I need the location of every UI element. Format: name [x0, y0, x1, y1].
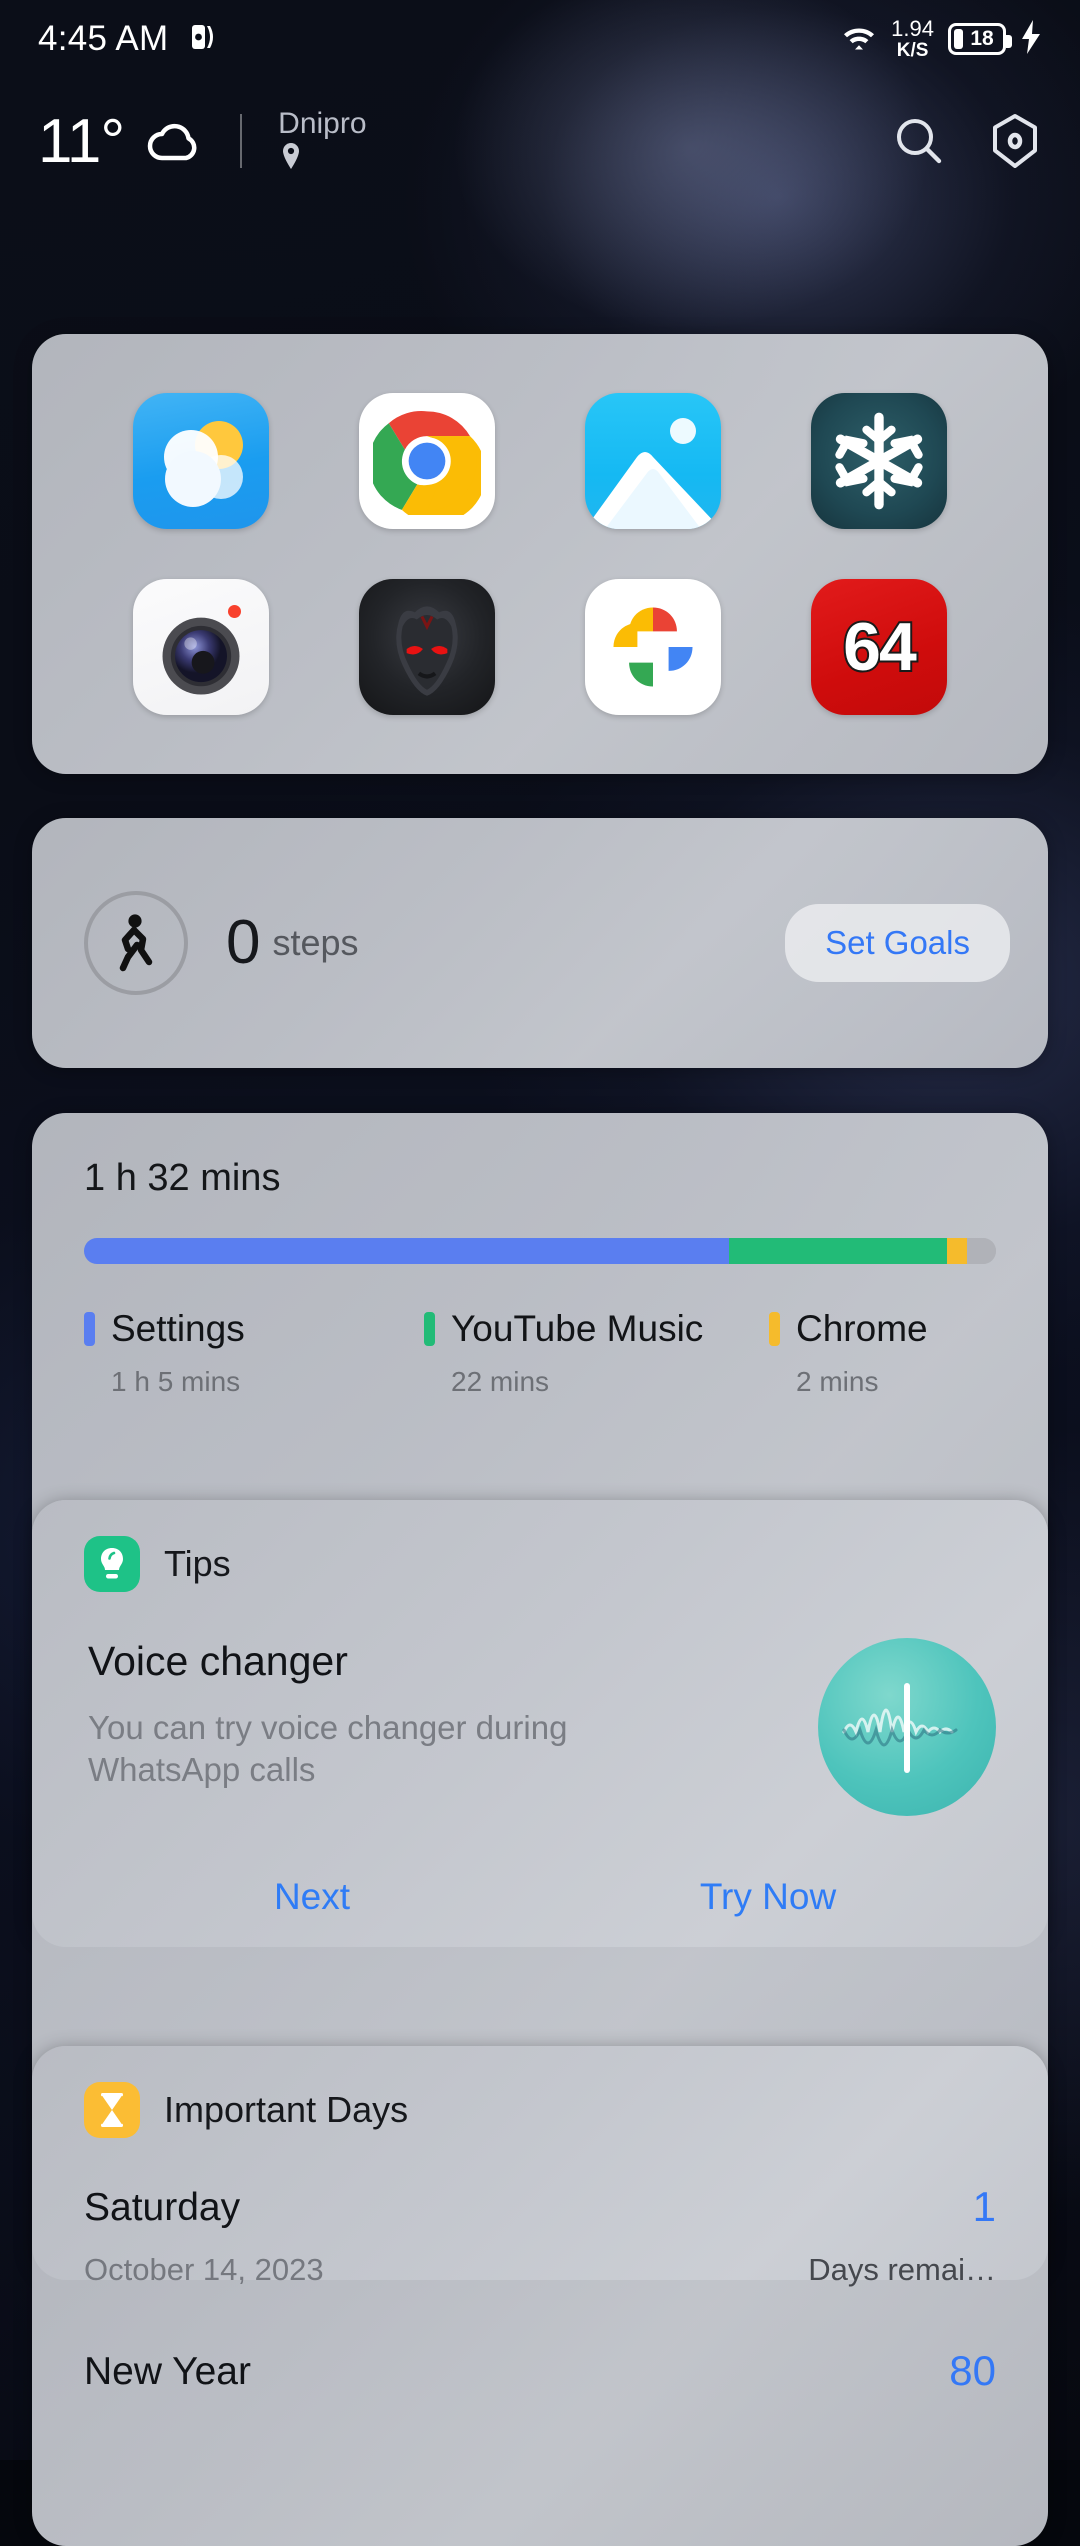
important-day-right: 80: [736, 2350, 996, 2392]
tips-body: Voice changer You can try voice changer …: [32, 1592, 1048, 1816]
hourglass-icon: [84, 2082, 140, 2138]
legend-name-settings: Settings: [111, 1308, 245, 1349]
app-item-64[interactable]: 64: [766, 554, 992, 740]
step-unit-label: steps: [272, 922, 359, 963]
battery-level: 18: [970, 27, 994, 50]
tips-try-now-button[interactable]: Try Now: [540, 1876, 996, 1918]
lightbulb-icon: [84, 1536, 140, 1592]
status-bar-right: 1.94 K/S 18: [841, 18, 1042, 60]
home-screen: 4:45 AM 1.94 K/S 18 11° Dnipro 64 0 step…: [0, 0, 1080, 2546]
usage-bar: [84, 1238, 996, 1264]
cloud-icon: [146, 117, 200, 166]
app-grid: 64: [88, 368, 992, 740]
app-item-game[interactable]: [314, 554, 540, 740]
hexagon-dot-icon[interactable]: [988, 113, 1042, 169]
book-reader-icon: [191, 22, 217, 57]
location-name: Dnipro: [278, 107, 367, 140]
wifi-icon: [841, 21, 877, 58]
important-day-row[interactable]: Saturday October 14, 2023 1 Days remai…: [32, 2186, 1048, 2288]
important-day-row[interactable]: New Year 80: [32, 2350, 1048, 2394]
legend-swatch-settings: [84, 1312, 95, 1346]
battery-indicator: 18: [948, 23, 1012, 55]
status-bar-left: 4:45 AM: [38, 19, 217, 59]
tips-item-title: Voice changer: [88, 1638, 348, 1684]
legend-item-youtube-music: YouTube Music 22 mins: [424, 1308, 769, 1398]
header-divider: [240, 114, 243, 168]
tips-next-button[interactable]: Next: [84, 1876, 540, 1918]
app-item-snowflake[interactable]: [766, 368, 992, 554]
app-item-gallery[interactable]: [540, 368, 766, 554]
camera-record-dot: [228, 605, 241, 618]
weather-header: 11° Dnipro: [0, 86, 1080, 196]
usage-bar-segment-youtube-music: [728, 1238, 947, 1264]
walking-person-icon: [84, 891, 188, 995]
important-day-count: 1: [972, 2183, 996, 2230]
tips-actions: Next Try Now: [32, 1876, 1048, 1918]
app-folder-card[interactable]: 64: [32, 334, 1048, 774]
important-day-left: New Year: [84, 2350, 736, 2394]
legend-name-youtube-music: YouTube Music: [451, 1308, 704, 1349]
network-speed: 1.94 K/S: [891, 16, 934, 61]
legend-item-chrome: Chrome 2 mins: [769, 1308, 928, 1398]
steps-widget-card[interactable]: 0 steps Set Goals: [32, 818, 1048, 1068]
important-day-right: 1 Days remai…: [736, 2186, 996, 2288]
tips-item-description: You can try voice changer during WhatsAp…: [88, 1709, 568, 1789]
weather-app-icon: [133, 393, 269, 529]
app-item-google-photos[interactable]: [540, 554, 766, 740]
legend-swatch-youtube-music: [424, 1312, 435, 1346]
tips-title: Tips: [164, 1543, 231, 1584]
dark-mask-game-icon: [359, 579, 495, 715]
search-icon[interactable]: [892, 114, 946, 168]
tips-header: Tips: [32, 1536, 1048, 1592]
important-days-title: Important Days: [164, 2089, 409, 2130]
location-pin-icon: [280, 142, 302, 175]
important-day-count: 80: [949, 2347, 996, 2394]
usage-bar-segment-chrome: [946, 1238, 967, 1264]
step-count: 0: [226, 908, 261, 977]
network-speed-value: 1.94: [891, 16, 934, 41]
lightning-bolt-icon: [1020, 19, 1042, 59]
important-days-header: Important Days: [32, 2082, 1048, 2138]
screen-time-total: 1 h 32 mins: [84, 1157, 281, 1199]
legend-time-settings: 1 h 5 mins: [111, 1366, 241, 1397]
camera-app-icon: [133, 579, 269, 715]
important-days-card[interactable]: Important Days Saturday October 14, 2023…: [32, 2046, 1048, 2546]
app-item-chrome[interactable]: [314, 368, 540, 554]
network-speed-unit: K/S: [896, 40, 929, 61]
important-day-left: Saturday October 14, 2023: [84, 2186, 736, 2288]
app-item-camera[interactable]: [88, 554, 314, 740]
battery-fill: [954, 29, 963, 49]
legend-time-youtube-music: 22 mins: [451, 1366, 550, 1397]
important-day-name: New Year: [84, 2350, 251, 2393]
status-bar: 4:45 AM 1.94 K/S 18: [0, 0, 1080, 78]
legend-time-chrome: 2 mins: [796, 1366, 879, 1397]
gallery-app-icon: [585, 393, 721, 529]
usage-bar-segment-other: [966, 1238, 996, 1264]
important-day-remaining-label: Days remai…: [808, 2252, 996, 2287]
legend-swatch-chrome: [769, 1312, 780, 1346]
voice-waveform-icon: [818, 1638, 996, 1816]
location-block[interactable]: Dnipro: [278, 107, 367, 175]
legend-name-chrome: Chrome: [796, 1308, 928, 1349]
important-day-name: Saturday: [84, 2186, 241, 2229]
google-photos-app-icon: [585, 579, 721, 715]
important-day-date: October 14, 2023: [84, 2252, 324, 2287]
set-goals-button[interactable]: Set Goals: [785, 904, 1010, 982]
temperature: 11°: [38, 106, 125, 176]
chrome-app-icon: [359, 393, 495, 529]
sixty-four-label: 64: [841, 607, 919, 687]
app-item-weather[interactable]: [88, 368, 314, 554]
tips-text-block: Voice changer You can try voice changer …: [88, 1638, 818, 1791]
legend-item-settings: Settings 1 h 5 mins: [84, 1308, 424, 1398]
snowflake-app-icon: [811, 393, 947, 529]
usage-bar-segment-settings: [84, 1238, 729, 1264]
sixty-four-app-icon: 64: [811, 579, 947, 715]
status-time: 4:45 AM: [38, 19, 169, 58]
usage-legend: Settings 1 h 5 mins YouTube Music 22 min…: [84, 1308, 996, 1398]
